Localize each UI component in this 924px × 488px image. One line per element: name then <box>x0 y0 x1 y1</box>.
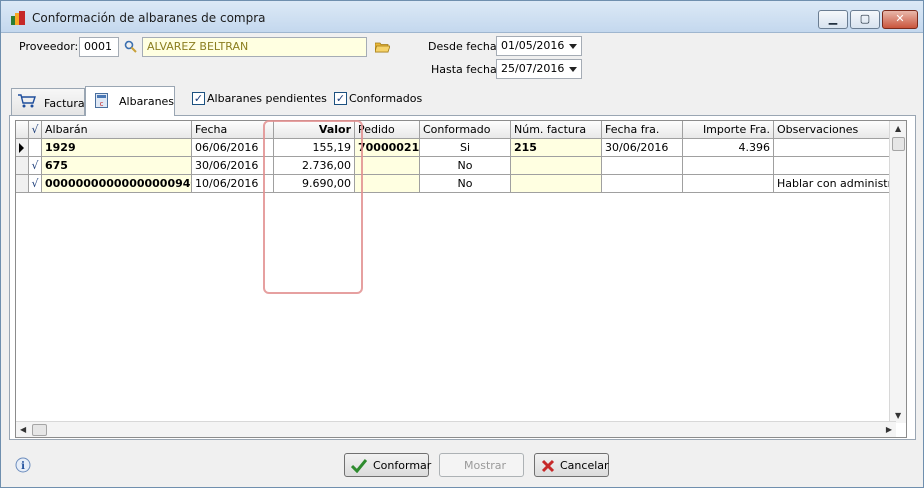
fecha-fra-cell[interactable]: 30/06/2016 <box>602 139 683 157</box>
desde-fecha-picker[interactable]: 01/05/2016 <box>496 36 582 56</box>
vertical-scrollbar[interactable]: ▲ ▼ <box>889 121 906 423</box>
conformados-label: Conformados <box>349 92 423 105</box>
horizontal-scrollbar[interactable]: ◀ ▶ <box>16 421 896 437</box>
folder-icon[interactable] <box>375 41 390 53</box>
scroll-left-icon[interactable]: ◀ <box>20 425 26 434</box>
conformado-cell[interactable]: No <box>420 175 511 193</box>
valor-column-highlight <box>263 120 363 294</box>
tab-factura[interactable]: Factura <box>11 88 85 116</box>
cancelar-label: Cancelar <box>560 459 609 472</box>
albaran-cell[interactable]: 1929 <box>42 139 192 157</box>
desde-fecha-value: 01/05/2016 <box>501 39 565 52</box>
minimize-button[interactable]: ▁ <box>818 10 848 29</box>
fecha-fra-cell[interactable] <box>602 157 683 175</box>
albaranes-pendientes-checkbox[interactable]: ✓ <box>192 92 205 105</box>
mostrar-label: Mostrar <box>464 459 507 472</box>
conformar-button[interactable]: Conformar <box>344 453 432 477</box>
row-check-cell[interactable]: √ <box>29 157 42 175</box>
importe-fra-cell[interactable] <box>683 157 774 175</box>
column-header-fecha[interactable]: Fecha <box>192 121 274 139</box>
fecha-cell[interactable]: 30/06/2016 <box>192 157 274 175</box>
conformados-checkbox[interactable]: ✓ <box>334 92 347 105</box>
grid-header: √ Albarán Fecha Valor Pedido Conformado … <box>16 121 896 139</box>
tab-factura-label: Factura <box>44 97 85 110</box>
scroll-up-icon[interactable]: ▲ <box>895 124 901 133</box>
proveedor-label: Proveedor: <box>19 40 79 53</box>
albaranes-panel: √ Albarán Fecha Valor Pedido Conformado … <box>9 115 916 440</box>
close-button[interactable]: ✕ <box>882 10 918 29</box>
conformado-cell[interactable]: No <box>420 157 511 175</box>
chevron-down-icon[interactable] <box>569 44 577 49</box>
svg-text:i: i <box>21 461 25 472</box>
window-title: Conformación de albaranes de compra <box>32 11 266 25</box>
scroll-down-icon[interactable]: ▼ <box>895 411 901 420</box>
pedido-cell[interactable]: 70000021 <box>355 139 420 157</box>
albaranes-pendientes-label: Albaranes pendientes <box>207 92 327 105</box>
fecha-cell[interactable]: 10/06/2016 <box>192 175 274 193</box>
tab-albaranes-label: Albaranes <box>119 95 175 108</box>
column-header-num-factura[interactable]: Núm. factura <box>511 121 602 139</box>
cart-icon <box>18 94 36 108</box>
svg-text:c: c <box>100 100 104 108</box>
importe-fra-cell[interactable]: 4.396 <box>683 139 774 157</box>
maximize-button[interactable]: ▢ <box>850 10 880 29</box>
info-icon[interactable]: i <box>15 457 31 473</box>
hasta-fecha-label: Hasta fecha: <box>431 63 501 76</box>
search-icon[interactable] <box>124 40 137 53</box>
observaciones-cell[interactable] <box>774 157 896 175</box>
pedido-cell[interactable] <box>355 175 420 193</box>
row-indicator <box>16 157 29 175</box>
row-check-cell[interactable] <box>29 139 42 157</box>
observaciones-cell[interactable]: Hablar con administración <box>774 175 896 193</box>
current-row-indicator <box>16 139 29 157</box>
desde-fecha-label: Desde fecha: <box>428 40 501 53</box>
albaran-cell[interactable]: 00000000000000000940 <box>42 175 192 193</box>
hasta-fecha-picker[interactable]: 25/07/2016 <box>496 59 582 79</box>
fecha-fra-cell[interactable] <box>602 175 683 193</box>
num-factura-cell[interactable] <box>511 175 602 193</box>
albaranes-grid[interactable]: √ Albarán Fecha Valor Pedido Conformado … <box>15 120 907 438</box>
scroll-right-icon[interactable]: ▶ <box>886 425 892 434</box>
importe-fra-cell[interactable] <box>683 175 774 193</box>
num-factura-cell[interactable]: 215 <box>511 139 602 157</box>
checkmark-icon <box>351 459 367 473</box>
tab-albaranes[interactable]: c Albaranes <box>85 86 175 116</box>
column-header-albaran[interactable]: Albarán <box>42 121 192 139</box>
column-header-conformado[interactable]: Conformado <box>420 121 511 139</box>
row-indicator <box>16 175 29 193</box>
check-column-header[interactable]: √ <box>29 121 42 139</box>
app-icon <box>11 11 25 25</box>
albaran-cell[interactable]: 675 <box>42 157 192 175</box>
column-header-importe-fra[interactable]: Importe Fra. <box>683 121 774 139</box>
cancelar-button[interactable]: Cancelar <box>534 453 609 477</box>
cancel-icon <box>541 459 555 473</box>
proveedor-name-field[interactable]: ALVAREZ BELTRAN <box>142 37 367 57</box>
hasta-fecha-value: 25/07/2016 <box>501 62 565 75</box>
proveedor-code-field[interactable]: 0001 <box>79 37 119 57</box>
row-pointer-icon <box>19 143 24 153</box>
mostrar-button[interactable]: Mostrar <box>439 453 524 477</box>
num-factura-cell[interactable] <box>511 157 602 175</box>
chevron-down-icon[interactable] <box>569 67 577 72</box>
window: Conformación de albaranes de compra ▁ ▢ … <box>0 0 924 488</box>
title-bar[interactable]: Conformación de albaranes de compra ▁ ▢ … <box>1 1 923 33</box>
pedido-cell[interactable] <box>355 157 420 175</box>
fecha-cell[interactable]: 06/06/2016 <box>192 139 274 157</box>
row-indicator-header <box>16 121 29 139</box>
column-header-observaciones[interactable]: Observaciones <box>774 121 896 139</box>
horizontal-scroll-thumb[interactable] <box>32 424 47 436</box>
column-header-pedido[interactable]: Pedido <box>355 121 420 139</box>
conformado-cell[interactable]: Si <box>420 139 511 157</box>
observaciones-cell[interactable] <box>774 139 896 157</box>
albaran-icon: c <box>95 93 108 108</box>
conformar-label: Conformar <box>373 459 432 472</box>
vertical-scroll-thumb[interactable] <box>892 137 905 151</box>
column-header-fecha-fra[interactable]: Fecha fra. <box>602 121 683 139</box>
row-check-cell[interactable]: √ <box>29 175 42 193</box>
